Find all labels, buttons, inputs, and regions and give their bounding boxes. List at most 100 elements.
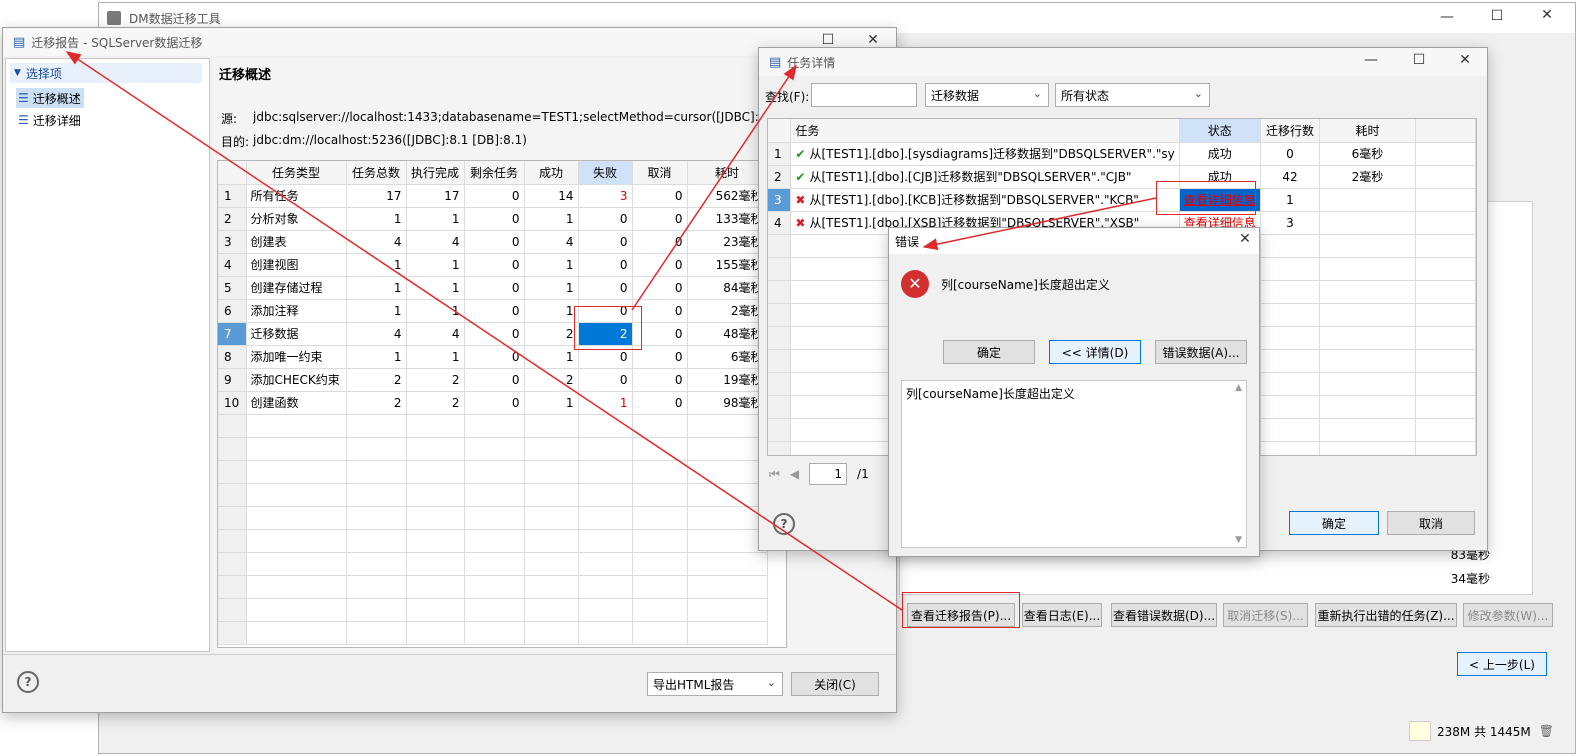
table-cell: 2 [218, 207, 247, 231]
maximize-icon[interactable]: ☐ [1487, 8, 1507, 24]
task-cancel-button[interactable]: 取消 [1387, 511, 1475, 535]
sidebar-item-detail[interactable]: ☰ 迁移详细 [16, 110, 81, 130]
table-row[interactable]: 5 创建存储过程 1 1 0 1 0 0 84毫秒 [218, 276, 768, 300]
summary-col-header[interactable]: 执行完成 [406, 161, 465, 185]
error-detail-textarea[interactable]: 列[courseName]长度超出定义 ▲ ▼ [901, 380, 1247, 548]
summary-col-header[interactable]: 剩余任务 [464, 161, 525, 185]
first-page-icon[interactable]: ⏮ [769, 467, 780, 482]
table-row[interactable]: 3 创建表 4 4 0 4 0 0 23毫秒 [218, 230, 768, 254]
error-close-icon[interactable]: ✕ [1235, 231, 1255, 247]
empty-cell [246, 460, 347, 484]
empty-cell [578, 529, 633, 553]
empty-cell [768, 395, 792, 419]
minimize-icon[interactable]: — [1437, 9, 1457, 25]
empty-row [218, 506, 768, 530]
memory-swatch [1409, 721, 1431, 741]
table-cell: 1 [524, 276, 579, 300]
help-icon[interactable]: ? [17, 671, 39, 693]
table-cell: 562毫秒 [687, 184, 768, 208]
table-cell: 1 [1260, 188, 1321, 212]
empty-cell [246, 506, 347, 530]
table-cell: 0 [632, 230, 688, 254]
cancel-migration-button[interactable]: 取消迁移(S)... [1223, 603, 1308, 627]
check-icon: ✔ [795, 170, 806, 184]
close-icon[interactable]: ✕ [1537, 7, 1557, 23]
report-close-icon[interactable]: ✕ [863, 32, 883, 48]
error-details-button[interactable]: << 详情(D) [1049, 340, 1141, 364]
close-report-button[interactable]: 关闭(C) [791, 672, 879, 696]
table-row[interactable]: 2 分析对象 1 1 0 1 0 0 133毫秒 [218, 207, 768, 231]
task-col-header[interactable]: 任务 [790, 119, 1180, 143]
status-bar: 238M 共 1445M 🗑 [1409, 719, 1569, 743]
empty-cell [218, 483, 247, 507]
table-row[interactable]: 1 ✔ 从[TEST1].[dbo].[sysdiagrams]迁移数据到"DBSQ… [768, 142, 1476, 166]
empty-cell [246, 552, 347, 576]
empty-cell [346, 414, 407, 438]
prev-step-button[interactable]: < 上一步(L) [1457, 652, 1547, 676]
empty-cell [464, 552, 525, 576]
table-cell: 98毫秒 [687, 391, 768, 415]
sidebar-item-overview[interactable]: ☰ 迁移概述 [16, 88, 84, 108]
table-cell: 0 [464, 184, 525, 208]
table-cell: 1 [346, 276, 407, 300]
table-cell: 1 [346, 207, 407, 231]
table-cell: 0 [632, 368, 688, 392]
sidebar-section[interactable]: ▼ 选择项 [10, 63, 202, 83]
table-cell: 7 [218, 322, 247, 346]
summary-col-header[interactable]: 失败 [578, 161, 633, 185]
table-row[interactable]: 7 迁移数据 4 4 0 2 2 0 48毫秒 [218, 322, 768, 346]
table-row[interactable]: 2 ✔ 从[TEST1].[dbo].[CJB]迁移数据到"DBSQLSERVER"… [768, 165, 1476, 189]
task-ok-button[interactable]: 确定 [1289, 511, 1379, 535]
sidebar-item-label: 迁移详细 [32, 113, 81, 128]
summary-col-header[interactable] [218, 161, 247, 185]
task-maximize-icon[interactable]: ☐ [1409, 52, 1429, 68]
empty-cell [768, 234, 792, 258]
table-cell: 2 [346, 391, 407, 415]
view-log-button[interactable]: 查看日志(E)... [1022, 603, 1102, 627]
summary-col-header[interactable]: 耗时 [687, 161, 768, 185]
report-maximize-icon[interactable]: ☐ [818, 32, 838, 48]
empty-cell [1319, 349, 1416, 373]
page-input[interactable]: 1 [809, 463, 848, 485]
task-col-header[interactable] [1415, 119, 1476, 143]
empty-cell [218, 506, 247, 530]
error-ok-button[interactable]: 确定 [943, 340, 1035, 364]
error-data-button[interactable]: 错误数据(A)... [1155, 340, 1247, 364]
table-row[interactable]: 10 创建函数 2 2 0 1 1 0 98毫秒 [218, 391, 768, 415]
task-col-header[interactable]: 状态 [1179, 119, 1261, 143]
scroll-up-icon[interactable]: ▲ [1235, 383, 1242, 393]
table-cell: 4 [346, 230, 407, 254]
trash-icon[interactable]: 🗑 [1539, 724, 1554, 738]
status-filter-dropdown[interactable]: 所有状态 ⌄ [1055, 83, 1210, 107]
view-error-data-button[interactable]: 查看错误数据(D)... [1111, 603, 1217, 627]
task-col-header[interactable]: 迁移行数 [1260, 119, 1321, 143]
task-col-header[interactable]: 耗时 [1319, 119, 1416, 143]
type-filter-dropdown[interactable]: 迁移数据 ⌄ [925, 83, 1049, 107]
empty-cell [578, 460, 633, 484]
table-row[interactable]: 3 ✖ 从[TEST1].[dbo].[KCB]迁移数据到"DBSQLSERVER"… [768, 188, 1476, 212]
table-row[interactable]: 8 添加唯一约束 1 1 0 1 0 0 6毫秒 [218, 345, 768, 369]
empty-cell [464, 575, 525, 599]
summary-col-header[interactable]: 任务类型 [246, 161, 347, 185]
table-row[interactable]: 4 创建视图 1 1 0 1 0 0 155毫秒 [218, 253, 768, 277]
prev-page-icon[interactable]: ◀ [790, 467, 799, 481]
error-icon: ✕ [901, 270, 929, 298]
export-dropdown[interactable]: 导出HTML报告 ⌄ [647, 672, 783, 696]
rerun-failed-button[interactable]: 重新执行出错的任务(Z)... [1315, 603, 1457, 627]
task-minimize-icon[interactable]: — [1361, 52, 1381, 68]
task-help-icon[interactable]: ? [773, 513, 795, 535]
modify-params-button[interactable]: 修改参数(W)... [1463, 603, 1553, 627]
summary-col-header[interactable]: 成功 [524, 161, 579, 185]
summary-col-header[interactable]: 任务总数 [346, 161, 407, 185]
table-row[interactable]: 6 添加注释 1 1 0 1 0 0 2毫秒 [218, 299, 768, 323]
table-row[interactable]: 9 添加CHECK约束 2 2 0 2 0 0 19毫秒 [218, 368, 768, 392]
scroll-down-icon[interactable]: ▼ [1235, 535, 1242, 545]
main-title: DM数据迁移工具 [129, 11, 221, 26]
search-input[interactable] [811, 83, 917, 107]
summary-col-header[interactable]: 取消 [632, 161, 688, 185]
task-close-icon[interactable]: ✕ [1455, 52, 1475, 68]
empty-cell [632, 460, 688, 484]
table-row[interactable]: 1 所有任务 17 17 0 14 3 0 562毫秒 [218, 184, 768, 208]
task-col-header[interactable] [768, 119, 792, 143]
empty-cell [406, 598, 465, 622]
